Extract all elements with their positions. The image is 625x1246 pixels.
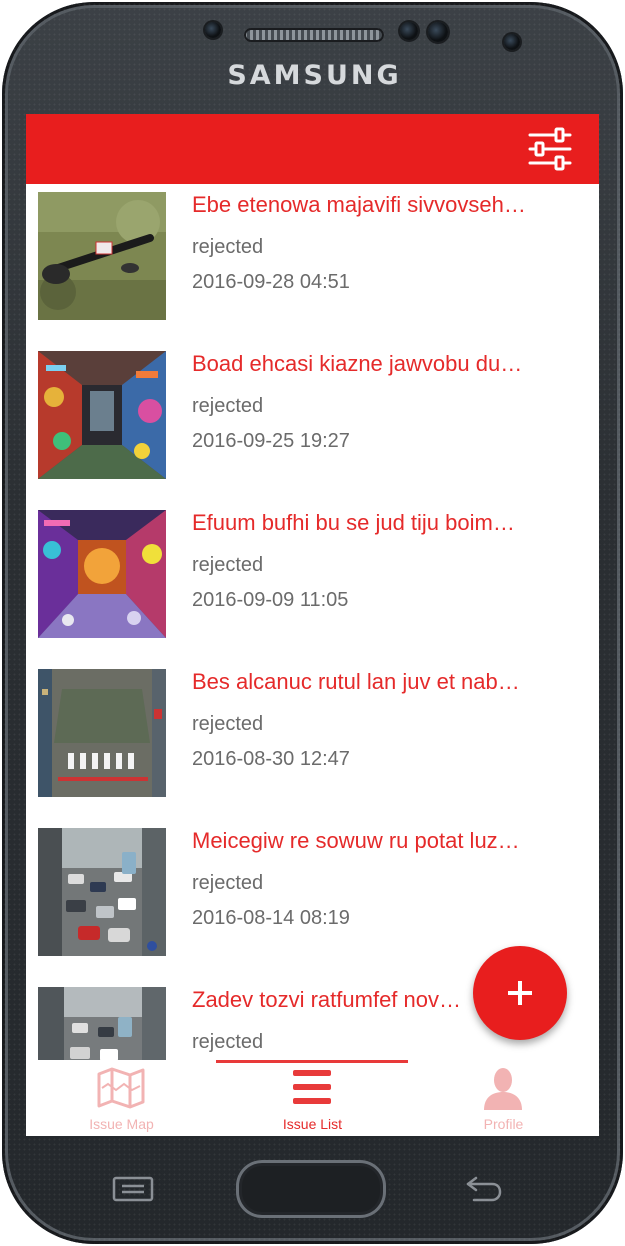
issue-photo-graffiti-tunnel bbox=[38, 510, 166, 638]
front-sensor-2 bbox=[400, 22, 418, 40]
device-brand: SAMSUNG bbox=[227, 60, 402, 91]
issue-status: rejected bbox=[192, 395, 264, 417]
tab-profile-label: Profile bbox=[483, 1116, 524, 1132]
tab-issue-list-label: Issue List bbox=[282, 1116, 343, 1132]
front-sensor bbox=[205, 22, 221, 38]
earpiece-speaker bbox=[244, 28, 384, 42]
filter-button[interactable] bbox=[526, 127, 574, 171]
issue-status: rejected bbox=[192, 554, 264, 576]
issue-list-item[interactable]: Ebe etenowa majavifi sivvovseh… rejected… bbox=[26, 184, 599, 343]
issue-status: rejected bbox=[192, 236, 264, 258]
issue-title: Bes alcanuc rutul lan juv et nab… bbox=[192, 669, 520, 694]
bottom-navigation: Issue Map Issue List Profile bbox=[26, 1060, 599, 1136]
tab-issue-map[interactable]: Issue Map bbox=[26, 1060, 217, 1136]
tab-issue-list[interactable]: Issue List bbox=[217, 1060, 408, 1136]
issue-date: 2016-09-09 11:05 bbox=[192, 589, 349, 611]
map-icon bbox=[97, 1067, 145, 1109]
tab-profile[interactable]: Profile bbox=[408, 1060, 599, 1136]
issue-list[interactable]: Ebe etenowa majavifi sivvovseh… rejected… bbox=[26, 184, 599, 1062]
issue-title: Meicegiw re sowuw ru potat luz… bbox=[192, 828, 520, 853]
tab-issue-map-label: Issue Map bbox=[89, 1116, 154, 1132]
plus-icon bbox=[508, 981, 532, 1005]
issue-list-item[interactable]: Boad ehcasi kiazne jawvobu du… rejected … bbox=[26, 343, 599, 502]
issue-list-item[interactable]: Bes alcanuc rutul lan juv et nab… reject… bbox=[26, 661, 599, 820]
issue-photo-graffiti-alley bbox=[38, 351, 166, 479]
issue-date: 2016-08-30 12:47 bbox=[192, 748, 350, 770]
app-screen: Ebe etenowa majavifi sivvovseh… rejected… bbox=[26, 114, 599, 1136]
issue-status: rejected bbox=[192, 872, 264, 894]
issue-title: Ebe etenowa majavifi sivvovseh… bbox=[192, 192, 526, 217]
menu-hardware-button[interactable] bbox=[112, 1176, 154, 1202]
home-hardware-button[interactable] bbox=[236, 1160, 386, 1218]
issue-title: Efuum bufhi bu se jud tiju boim… bbox=[192, 510, 515, 535]
issue-status: rejected bbox=[192, 713, 264, 735]
issue-status: rejected bbox=[192, 1031, 264, 1053]
front-sensor-3 bbox=[428, 22, 448, 42]
issue-date: 2016-08-14 08:19 bbox=[192, 907, 350, 929]
issue-photo-traffic-jam bbox=[38, 828, 166, 956]
issue-photo-traffic-street bbox=[38, 987, 166, 1062]
person-icon bbox=[484, 1068, 522, 1110]
top-app-bar bbox=[26, 114, 599, 184]
back-hardware-button[interactable] bbox=[462, 1174, 504, 1204]
issue-date: 2016-09-28 04:51 bbox=[192, 271, 350, 293]
issue-date: 2016-09-25 19:27 bbox=[192, 430, 350, 452]
front-camera bbox=[504, 34, 520, 50]
issue-photo-broken-sign bbox=[38, 192, 166, 320]
issue-list-item[interactable]: Efuum bufhi bu se jud tiju boim… rejecte… bbox=[26, 502, 599, 661]
add-issue-button[interactable] bbox=[473, 946, 567, 1040]
issue-title: Boad ehcasi kiazne jawvobu du… bbox=[192, 351, 523, 376]
issue-photo-street-crossing bbox=[38, 669, 166, 797]
sliders-icon bbox=[528, 127, 572, 171]
list-icon bbox=[293, 1070, 331, 1104]
